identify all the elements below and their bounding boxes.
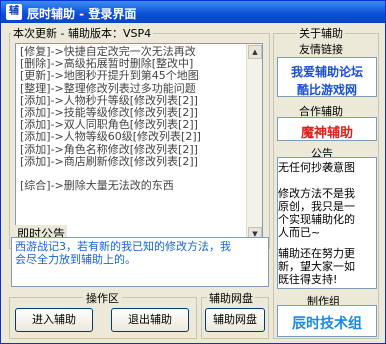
changelog-line: [综合]->删除大量无法改的东西 <box>20 179 174 193</box>
team-box: 辰时技术组 <box>277 305 377 337</box>
links-title: 友情链接 <box>299 43 343 56</box>
announce-line: 辅助还在努力更 <box>278 247 355 260</box>
link-forum[interactable]: 我爱辅助论坛 <box>278 63 376 80</box>
announce-line: 既往得支持! <box>278 273 338 286</box>
link-game-site[interactable]: 酷比游戏网 <box>278 81 376 98</box>
operations-header: 操作区 <box>83 290 122 306</box>
announce-line: 无任何抄袭意图 <box>278 161 355 174</box>
update-header: 本次更新 - 辅助版本：VSP4 <box>11 25 154 41</box>
partner-link[interactable]: 魔神辅助 <box>278 122 376 141</box>
changelog-line: [添加]->人物等级60级[修改列表[2]] <box>20 130 201 144</box>
team-name: 辰时技术组 <box>292 316 362 332</box>
changelog-scrollbar[interactable]: ▲ ▼ <box>246 44 262 242</box>
window-title: 辰时辅助 - 登录界面 <box>27 7 137 21</box>
friend-links-box: 我爱辅助论坛 酷比游戏网 <box>277 57 377 97</box>
changelog-line: [更新]->地图秒开提升到第45个地图 <box>20 69 199 83</box>
announce-line: 原创，我只是一 <box>278 200 355 213</box>
announce-line: 新，望大家一如 <box>278 260 355 273</box>
helper-disk-button[interactable]: 辅助网盘 <box>205 308 265 332</box>
changelog-line: [添加]->角色名称修改[修改列表[2]] <box>20 142 198 156</box>
notice-line: 西游战记3，若有新的我已知的修改方法，我 <box>15 240 231 253</box>
changelog-line: [整理]->整理修改列表过多功能问题 <box>20 81 196 95</box>
notice-line: 会尽全力放到辅助上的。 <box>15 253 136 266</box>
announce-line: 修改方法不是我 <box>278 187 355 200</box>
about-header: 关于辅助 <box>297 25 345 41</box>
changelog-list[interactable]: [修复]->快捷自定改完一次无法再改 [删除]->高级拓展暂时删除[整改中] [… <box>15 43 263 243</box>
enter-helper-button[interactable]: 进入辅助 <box>15 308 93 332</box>
notice-text: 西游战记3，若有新的我已知的修改方法，我 会尽全力放到辅助上的。 <box>11 237 269 287</box>
announce-line: 个实现辅助化的 <box>278 213 355 226</box>
title-bar[interactable]: 辅 辰时辅助 - 登录界面 <box>1 1 385 23</box>
disk-header: 辅助网盘 <box>207 290 255 306</box>
main-window: 辅 辰时辅助 - 登录界面 本次更新 - 辅助版本：VSP4 [修复]->快捷自… <box>0 0 386 344</box>
app-icon: 辅 <box>6 4 22 20</box>
scroll-up-icon[interactable]: ▲ <box>248 45 262 59</box>
partner-box: 魔神辅助 <box>277 117 377 141</box>
exit-helper-button[interactable]: 退出辅助 <box>111 308 189 332</box>
announce-line: 人而已~ <box>278 226 321 239</box>
changelog-line: [添加]->商店刷新修改[修改列表[2]] <box>20 154 198 168</box>
